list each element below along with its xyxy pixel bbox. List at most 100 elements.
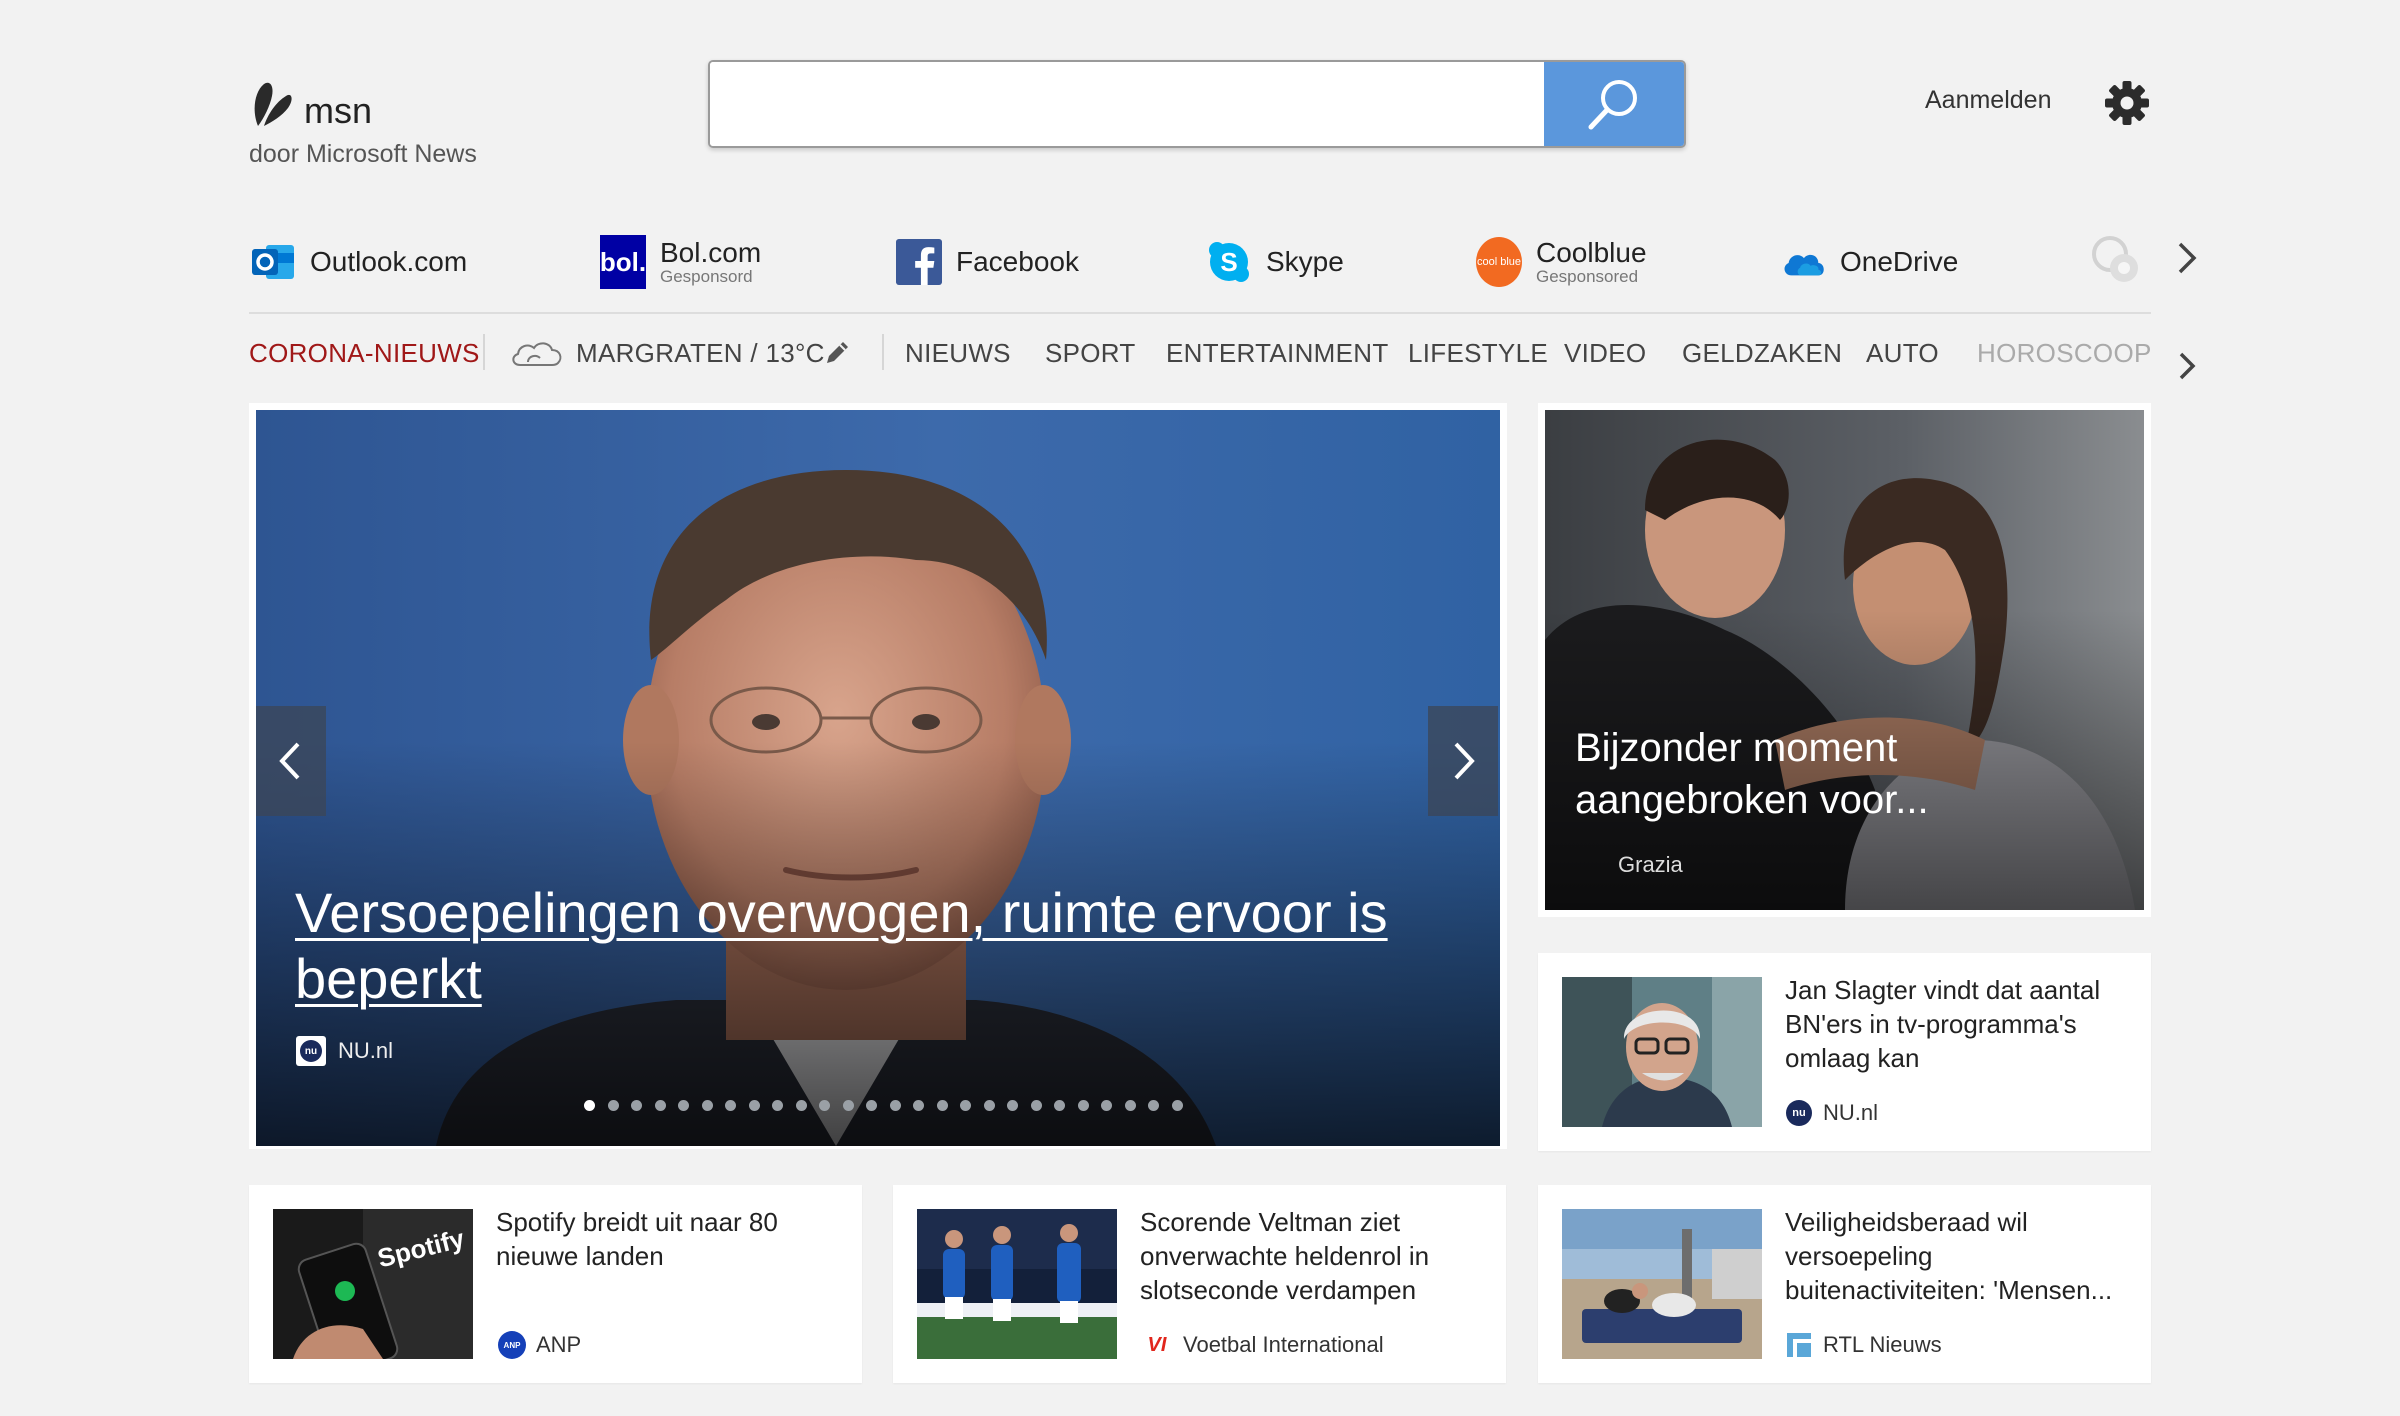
news-source-name: ANP — [536, 1332, 582, 1357]
quicklink-label: Skype — [1266, 246, 1344, 277]
carousel-dot[interactable] — [631, 1100, 642, 1111]
carousel-dot[interactable] — [795, 1100, 807, 1111]
quicklink-skype[interactable]: S Skype — [1206, 226, 1344, 298]
news-source[interactable]: VI Voetbal International — [1141, 1331, 1384, 1359]
nu-logo-icon: nu — [1785, 1099, 1813, 1127]
nav-video[interactable]: VIDEO — [1564, 338, 1646, 369]
chevron-left-icon — [279, 742, 300, 780]
quicklink-coolblue[interactable]: cool blue Coolblue Gesponsored — [1476, 226, 1647, 298]
skype-icon: S — [1206, 236, 1252, 288]
news-card[interactable]: Jan Slagter vindt dat aantal BN'ers in t… — [1538, 953, 2151, 1151]
carousel-dot[interactable] — [654, 1100, 666, 1111]
carousel-dot[interactable] — [936, 1100, 948, 1111]
divider — [882, 334, 884, 370]
carousel-dot[interactable] — [1007, 1100, 1018, 1111]
carousel-next-button[interactable] — [1428, 706, 1498, 816]
butterfly-icon — [254, 82, 292, 126]
search-icon — [1588, 80, 1637, 130]
nav-auto[interactable]: AUTO — [1866, 338, 1939, 369]
search-button[interactable] — [1544, 62, 1684, 146]
carousel-dot[interactable] — [1124, 1100, 1136, 1111]
nav-sport[interactable]: SPORT — [1045, 338, 1136, 369]
nav-lifestyle[interactable]: LIFESTYLE — [1408, 338, 1548, 369]
carousel-dot[interactable] — [748, 1100, 760, 1111]
nav-entertainment[interactable]: ENTERTAINMENT — [1166, 338, 1389, 369]
carousel-indicators[interactable] — [584, 1100, 1195, 1111]
carousel-prev-button[interactable] — [256, 706, 326, 816]
carousel-dot[interactable] — [866, 1100, 877, 1111]
news-source[interactable]: ANP ANP — [498, 1331, 581, 1359]
hero-headline[interactable]: Versoepelingen overwogen, ruimte ervoor … — [295, 880, 1415, 1012]
sponsored-label: Gesponsord — [660, 267, 753, 286]
carousel-dot[interactable] — [913, 1100, 924, 1111]
quicklink-label: Facebook — [956, 246, 1079, 277]
feature-source[interactable]: Grazia — [1618, 852, 1683, 878]
news-source-name: Voetbal International — [1183, 1332, 1384, 1357]
chevron-right-icon[interactable] — [2170, 236, 2206, 280]
news-headline[interactable]: Jan Slagter vindt dat aantal BN'ers in t… — [1785, 973, 2125, 1075]
carousel-dot[interactable] — [842, 1100, 854, 1111]
carousel-dot[interactable] — [960, 1100, 971, 1111]
nav-horoscoop[interactable]: HOROSCOOP — [1977, 338, 2152, 369]
quicklink-onedrive[interactable]: OneDrive — [1780, 226, 1958, 298]
nav-geldzaken[interactable]: GELDZAKEN — [1682, 338, 1842, 369]
quicklink-label: Outlook.com — [310, 246, 468, 277]
hero-carousel[interactable] — [256, 410, 1500, 1146]
outlook-icon — [250, 236, 296, 288]
news-source[interactable]: nu NU.nl — [1785, 1099, 1878, 1127]
news-card[interactable]: Scorende Veltman ziet onverwachte helden… — [893, 1185, 1506, 1383]
facebook-icon — [896, 236, 942, 288]
games-icon[interactable] — [2088, 232, 2144, 288]
quicklink-outlook[interactable]: Outlook.com — [250, 226, 467, 298]
rtl-logo-icon — [1785, 1331, 1813, 1359]
carousel-dot[interactable] — [584, 1100, 595, 1111]
hero-image — [256, 410, 1500, 1146]
news-thumbnail — [1562, 977, 1762, 1127]
carousel-dot[interactable] — [772, 1100, 783, 1111]
news-source[interactable]: RTL Nieuws — [1785, 1331, 1942, 1359]
edit-pencil-icon[interactable] — [823, 337, 853, 367]
news-headline[interactable]: Scorende Veltman ziet onverwachte helden… — [1140, 1205, 1480, 1307]
carousel-dot[interactable] — [725, 1100, 736, 1111]
weather-location[interactable]: MARGRATEN / 13°C — [576, 338, 825, 369]
news-card[interactable]: Spotify Spotify breidt uit naar 80 nieuw… — [249, 1185, 862, 1383]
carousel-dot[interactable] — [607, 1100, 619, 1111]
nav-corona[interactable]: CORONA-NIEUWS — [249, 338, 480, 369]
carousel-dot[interactable] — [1054, 1100, 1065, 1111]
quicklink-label: Coolblue — [1536, 237, 1647, 268]
carousel-dot[interactable] — [701, 1100, 713, 1111]
anp-logo-icon: ANP — [498, 1331, 526, 1359]
news-card[interactable]: Veiligheidsberaad wil versoepeling buite… — [1538, 1185, 2151, 1383]
quicklink-bol[interactable]: bol. Bol.com Gesponsord — [599, 226, 761, 298]
carousel-dot[interactable] — [819, 1100, 830, 1111]
nav-nieuws[interactable]: NIEUWS — [905, 338, 1011, 369]
carousel-dot[interactable] — [1101, 1100, 1112, 1111]
nu-logo-icon: nu — [296, 1036, 326, 1066]
gear-icon[interactable] — [2104, 80, 2150, 126]
carousel-dot[interactable] — [983, 1100, 995, 1111]
carousel-dot[interactable] — [889, 1100, 901, 1111]
msn-logo[interactable]: msn — [250, 76, 372, 132]
brand-name: msn — [304, 90, 373, 131]
chevron-right-icon — [1454, 742, 1475, 780]
vi-logo-icon: VI — [1147, 1333, 1167, 1356]
carousel-dot[interactable] — [1171, 1100, 1183, 1111]
hero-source[interactable]: nu NU.nl — [296, 1036, 393, 1066]
tagline: door Microsoft News — [249, 140, 477, 168]
carousel-dot[interactable] — [1030, 1100, 1042, 1111]
news-headline[interactable]: Spotify breidt uit naar 80 nieuwe landen — [496, 1205, 836, 1273]
news-headline[interactable]: Veiligheidsberaad wil versoepeling buite… — [1785, 1205, 2125, 1307]
quicklink-facebook[interactable]: Facebook — [896, 226, 1079, 298]
feature-headline[interactable]: Bijzonder moment aangebroken voor... — [1575, 722, 2115, 826]
feature-image[interactable] — [1545, 410, 2144, 910]
carousel-dot[interactable] — [1148, 1100, 1159, 1111]
divider — [483, 334, 485, 370]
quicklink-label: OneDrive — [1840, 246, 1959, 277]
signin-link[interactable]: Aanmelden — [1925, 86, 2051, 115]
chevron-right-icon[interactable] — [2172, 346, 2202, 386]
carousel-dot[interactable] — [678, 1100, 689, 1111]
search-input[interactable] — [710, 62, 1546, 146]
carousel-dot[interactable] — [1077, 1100, 1089, 1111]
hero-source-name: NU.nl — [338, 1038, 394, 1063]
news-thumbnail — [917, 1209, 1117, 1359]
